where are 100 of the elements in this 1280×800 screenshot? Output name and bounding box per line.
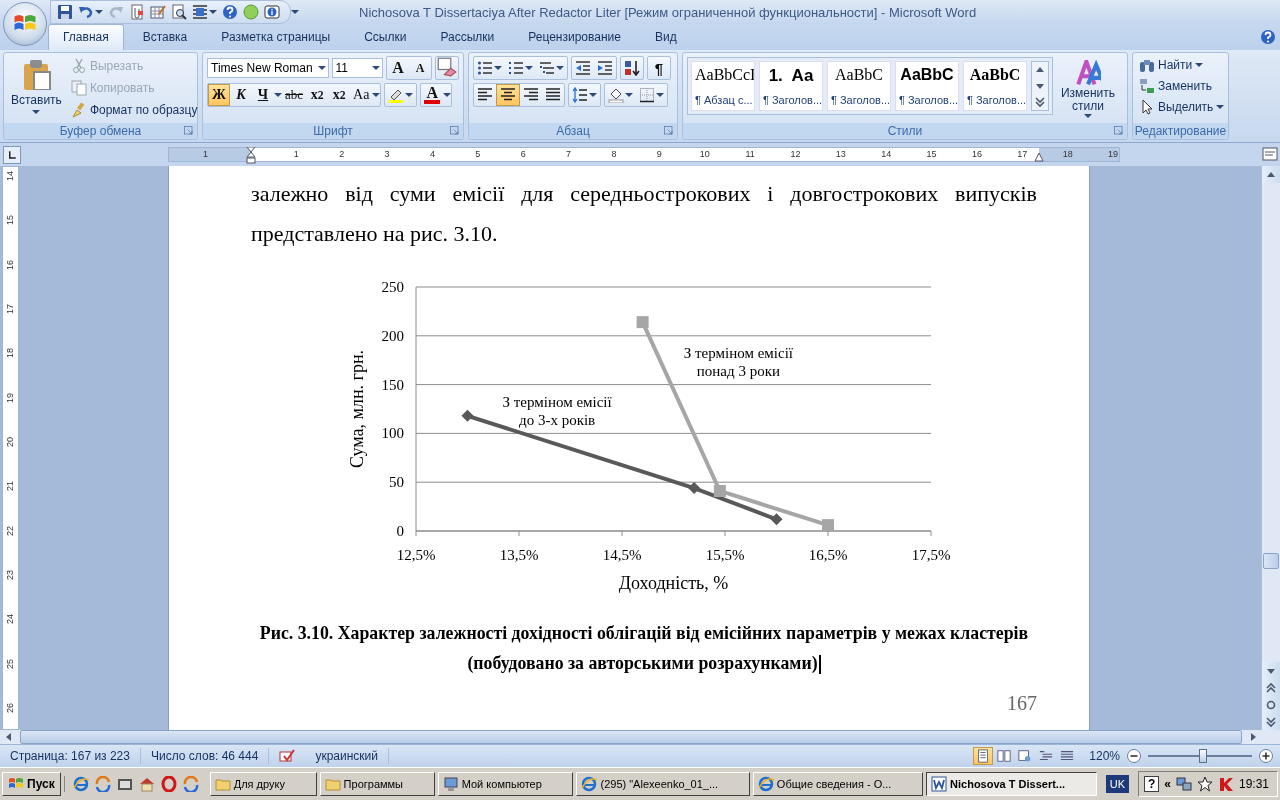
format-button[interactable]: abc xyxy=(282,84,307,106)
help-icon[interactable] xyxy=(1260,29,1276,45)
start-button[interactable]: Пуск xyxy=(2,772,61,796)
ribbon-tab[interactable]: Рецензирование xyxy=(513,24,636,50)
clear-format-icon[interactable] xyxy=(436,57,458,77)
style-item[interactable]: AaBbCcI ¶ Абзац с... xyxy=(691,61,755,111)
ring-icon[interactable] xyxy=(160,776,177,792)
print-preview-icon[interactable] xyxy=(171,4,187,20)
caret-icon[interactable] xyxy=(372,93,381,97)
format-painter-button[interactable]: Формат по образцу xyxy=(68,100,200,120)
style-item[interactable]: 1. Aa ¶ Заголов... xyxy=(759,61,823,111)
caret-icon[interactable] xyxy=(556,66,564,70)
ribbon-tab[interactable]: Вставка xyxy=(127,24,203,50)
shrink-font-button[interactable]: A xyxy=(409,57,431,79)
slider-thumb[interactable] xyxy=(1199,749,1208,763)
spelling-icon[interactable] xyxy=(279,748,296,764)
language-indicator[interactable]: украинский xyxy=(305,748,389,764)
office-button[interactable] xyxy=(3,2,47,46)
ribbon-tab[interactable]: Рассылки xyxy=(425,24,510,50)
taskbar-button[interactable]: (295) "Alexeenko_01_... xyxy=(576,772,750,796)
tab-selector[interactable] xyxy=(3,145,21,164)
home-icon[interactable] xyxy=(138,776,155,792)
style-item[interactable]: AaBbC ¶ Заголов... xyxy=(895,61,959,111)
numbering-icon[interactable] xyxy=(508,60,524,76)
caret-icon[interactable] xyxy=(405,93,414,97)
taskbar-button[interactable]: Для друку xyxy=(209,772,317,796)
body-paragraph: залежно від суми емісії для середньострокових і довгострокових випусків представлено на рис. 3.10. xyxy=(251,180,1037,248)
format-button[interactable]: К xyxy=(230,84,252,106)
layout-icon[interactable] xyxy=(192,4,208,20)
ribbon-tab[interactable]: Главная xyxy=(48,24,124,50)
keyboard-language[interactable]: UK xyxy=(1105,775,1129,793)
paste-button[interactable]: Вставить xyxy=(8,56,65,120)
taskbar-button[interactable]: Мой компьютер xyxy=(437,772,574,796)
line-spacing-icon[interactable] xyxy=(572,87,588,103)
vertical-scrollbar[interactable] xyxy=(1261,166,1280,730)
undo-icon[interactable] xyxy=(78,4,94,20)
taskbar-button[interactable]: Nichosova T Dissert... xyxy=(926,772,1097,796)
view-button[interactable] xyxy=(973,747,994,765)
attachment-icon[interactable] xyxy=(129,4,145,20)
caret-icon[interactable] xyxy=(442,93,451,97)
taskbar-button[interactable]: Программы xyxy=(319,772,435,796)
media-icon[interactable] xyxy=(116,776,133,792)
replace-button[interactable]: Заменить xyxy=(1137,76,1224,96)
sync-icon[interactable] xyxy=(182,776,199,792)
show-marks-button[interactable]: ¶ xyxy=(648,57,670,79)
ruler-number: 8 xyxy=(611,148,617,161)
shading-icon[interactable] xyxy=(608,87,624,103)
taskbar-button[interactable]: Общие сведения - О... xyxy=(752,772,924,796)
style-item[interactable]: AaBbC ¶ Заголов... xyxy=(963,61,1027,111)
table-icon[interactable] xyxy=(150,4,166,20)
font-size-field[interactable]: 11 xyxy=(331,58,383,78)
page-count[interactable]: Страница: 167 из 223 xyxy=(0,748,141,764)
caret-icon[interactable] xyxy=(95,10,103,14)
grow-font-button[interactable]: A xyxy=(387,57,409,79)
bullets-icon[interactable] xyxy=(477,60,493,76)
indent-marker[interactable] xyxy=(246,147,256,164)
zoom-in-icon[interactable] xyxy=(1258,748,1274,764)
word-count[interactable]: Число слов: 46 444 xyxy=(141,748,270,764)
star-icon[interactable] xyxy=(1197,776,1213,792)
zoom-level[interactable]: 120% xyxy=(1077,749,1126,763)
sort-icon[interactable] xyxy=(624,60,640,76)
ribbon-tab[interactable]: Ссылки xyxy=(349,24,422,50)
align-button[interactable] xyxy=(496,84,520,106)
format-button[interactable]: Ч xyxy=(252,84,274,106)
ribbon-tab[interactable]: Разметка страницы xyxy=(206,24,346,50)
highlight-icon[interactable] xyxy=(388,87,405,103)
zoom-out-icon[interactable] xyxy=(1126,748,1142,764)
ruler-number: 22 xyxy=(5,525,16,536)
change-styles-button[interactable]: Изменить стили xyxy=(1057,57,1119,120)
save-icon[interactable] xyxy=(57,4,73,20)
format-button[interactable]: Aa xyxy=(350,84,373,106)
caret-icon[interactable] xyxy=(494,66,502,70)
format-button[interactable]: Ж xyxy=(208,84,230,106)
multilevel-list-icon[interactable] xyxy=(539,60,555,76)
expand-icon[interactable] xyxy=(1032,94,1048,110)
scroll-thumb[interactable] xyxy=(1263,553,1279,569)
group-label: Стили xyxy=(887,124,923,138)
caret-icon[interactable] xyxy=(209,10,217,14)
shield-icon[interactable] xyxy=(1218,776,1234,792)
find-button[interactable]: Найти xyxy=(1137,55,1224,75)
select-button[interactable]: Выделить xyxy=(1137,97,1224,117)
font-name-field[interactable]: Times New Roman xyxy=(207,58,329,78)
network-icon[interactable] xyxy=(1176,776,1192,792)
caret-icon[interactable] xyxy=(274,93,282,97)
expand-tray-button[interactable]: « xyxy=(1164,777,1171,791)
info-icon[interactable] xyxy=(264,4,280,20)
caret-icon[interactable] xyxy=(589,93,597,97)
customize-caret-icon[interactable] xyxy=(291,10,299,14)
indent-marker[interactable] xyxy=(1034,153,1044,162)
help-tray-button[interactable]: ? xyxy=(1143,776,1160,792)
view-ruler-icon[interactable] xyxy=(1262,146,1278,162)
help-icon[interactable] xyxy=(222,4,238,20)
ribbon-tab[interactable]: Вид xyxy=(639,24,692,50)
caret-icon[interactable] xyxy=(625,93,633,97)
caret-icon[interactable] xyxy=(525,66,533,70)
style-item[interactable]: AaBbC ¶ Заголов... xyxy=(827,61,891,111)
caret-icon[interactable] xyxy=(656,93,664,97)
decrease-indent-icon[interactable] xyxy=(575,60,591,76)
increase-indent-icon[interactable] xyxy=(597,60,613,76)
borders-icon[interactable] xyxy=(639,87,655,103)
